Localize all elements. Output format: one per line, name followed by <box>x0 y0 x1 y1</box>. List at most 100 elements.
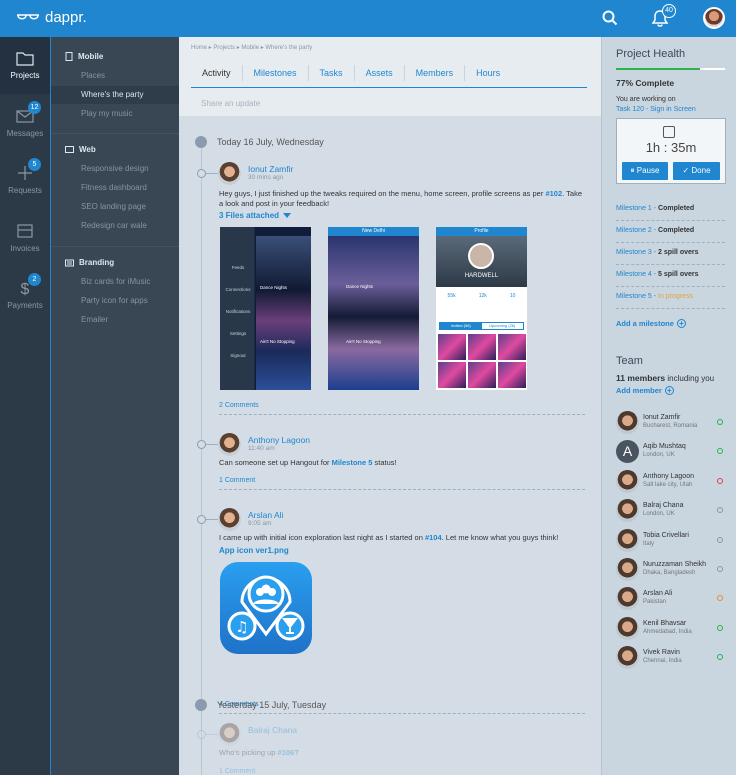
subnav-item-places[interactable]: Places <box>51 67 179 85</box>
payments-badge: 2 <box>28 273 41 286</box>
task-link[interactable]: Task 120 - Sign in Screen <box>616 105 696 115</box>
comments-link[interactable]: 1 Comment <box>219 477 255 484</box>
subnav-item-biz-cards[interactable]: Biz cards for iMusic <box>51 273 179 291</box>
team-member[interactable]: A Aqib Mushtaq London, UK <box>616 438 725 467</box>
team-member[interactable]: Tobia Crivellari Italy <box>616 527 725 556</box>
member-name: Arslan Ali <box>643 590 673 598</box>
author-name[interactable]: Ionut Zamfir <box>248 164 293 174</box>
subnav-item-emailer[interactable]: Emailer <box>51 311 179 329</box>
avatar <box>616 499 639 523</box>
team-member[interactable]: Ionut Zamfir Bucharest, Romania <box>616 409 725 438</box>
task-link[interactable]: #102 <box>545 189 562 198</box>
add-member-link[interactable]: Add member + <box>616 386 674 395</box>
milestone-row[interactable]: Milestone 5 - In progress <box>616 287 725 309</box>
milestone-row[interactable]: Milestone 1 - Completed <box>616 199 725 221</box>
avatar[interactable] <box>218 162 241 185</box>
task-link[interactable]: #106 <box>278 748 295 757</box>
subnav-item-party-icon[interactable]: Party icon for apps <box>51 292 179 310</box>
group-web[interactable]: Web <box>65 145 96 154</box>
tab-members[interactable]: Members <box>405 65 466 81</box>
stat-value: 12k <box>478 293 487 299</box>
attachments-toggle[interactable]: 3 Files attached <box>219 211 292 220</box>
nav-invoices[interactable]: Invoices <box>0 210 50 267</box>
user-avatar[interactable] <box>703 7 725 29</box>
status-indicator <box>717 477 723 484</box>
pause-button[interactable]: ⏸ Pause <box>622 162 668 180</box>
invoice-icon <box>17 224 33 238</box>
nav-messages[interactable]: 12 Messages <box>0 95 50 152</box>
svg-text:$: $ <box>21 281 30 296</box>
nav-requests[interactable]: 5 Requests <box>0 152 50 209</box>
group-branding[interactable]: Branding <box>65 258 114 267</box>
author-name[interactable]: Anthony Lagoon <box>248 435 310 445</box>
nav-label: Projects <box>10 71 40 80</box>
milestone-link[interactable]: Milestone 5 <box>332 458 373 467</box>
search-icon[interactable] <box>602 10 618 26</box>
tab-hours[interactable]: Hours <box>465 65 511 81</box>
team-member[interactable]: Arslan Ali Pakistan <box>616 585 725 614</box>
photo-grid <box>438 334 526 388</box>
comments-link[interactable]: 1 Comment <box>219 768 255 775</box>
timeline-dot <box>197 169 206 178</box>
working-label: You are working on <box>616 96 676 103</box>
nav-payments[interactable]: 2 $ Payments <box>0 267 50 324</box>
breadcrumb[interactable]: Home ▸ Projects ▸ Mobile ▸ Where's the p… <box>191 44 312 51</box>
timer-value: 1h : 35m <box>645 140 697 155</box>
screenshot-menu[interactable]: Feeds Connections Notifications Settings… <box>220 227 311 390</box>
event-title: Ain't No Stopping <box>346 339 381 344</box>
subnav-item-redesign-car-wale[interactable]: Redesign car wale <box>51 217 179 235</box>
subnav-item-fitness-dashboard[interactable]: Fitness dashboard <box>51 179 179 197</box>
tab-label: Invited (56) <box>440 323 482 329</box>
group-mobile[interactable]: Mobile <box>65 52 103 61</box>
activity-feed: Home ▸ Projects ▸ Mobile ▸ Where's the p… <box>179 37 601 775</box>
task-link[interactable]: #104 <box>425 533 442 542</box>
timeline-dot <box>197 440 206 449</box>
milestone-row[interactable]: Milestone 4 - 5 spill overs <box>616 265 725 287</box>
author-name[interactable]: Balraj Chana <box>248 725 297 735</box>
milestone-name: Milestone 4 <box>616 271 652 278</box>
milestone-row[interactable]: Milestone 3 - 2 spill overs <box>616 243 725 265</box>
members-count: 11 members including you <box>616 373 714 383</box>
tab-milestones[interactable]: Milestones <box>243 65 309 81</box>
done-button[interactable]: ✓ Done <box>673 162 720 180</box>
post-balraj: Balraj Chana Who's picking up #106? 1 Co… <box>197 723 585 775</box>
tab-assets[interactable]: Assets <box>355 65 405 81</box>
milestone-name: Milestone 1 <box>616 205 652 212</box>
tab-activity[interactable]: Activity <box>191 65 243 81</box>
link-label: Add a milestone <box>616 319 674 328</box>
team-member[interactable]: Kenil Bhavsar Ahmedabad, India <box>616 615 725 644</box>
attachment-link[interactable]: App icon ver1.png <box>219 546 289 555</box>
team-member[interactable]: Balraj Chana London, UK <box>616 497 725 526</box>
post-time: 11:40 am <box>248 445 275 452</box>
status-indicator <box>717 448 723 455</box>
app-logo[interactable]: dappr. <box>16 9 87 26</box>
status-indicator <box>717 536 723 543</box>
avatar[interactable] <box>218 508 241 531</box>
milestone-status: 5 spill overs <box>658 271 699 278</box>
avatar[interactable] <box>218 433 241 456</box>
subnav-item-seo-landing-page[interactable]: SEO landing page <box>51 198 179 216</box>
post-text: Hey guys, I just finished up the tweaks … <box>219 189 584 209</box>
author-name[interactable]: Arslan Ali <box>248 510 283 520</box>
screenshot-profile[interactable]: Profile HARDWELL 55k 12k 10 Invited (56)… <box>436 227 527 390</box>
add-milestone-link[interactable]: Add a milestone + <box>616 319 686 328</box>
subnav-item-play-my-music[interactable]: Play my music <box>51 105 179 123</box>
post-time: 30 mins ago <box>248 174 284 181</box>
share-update-input[interactable]: Share an update <box>201 99 260 108</box>
button-label: Done <box>691 166 711 175</box>
screenshot-home[interactable]: New Delhi Dance Nights Ain't No Stopping <box>328 227 419 390</box>
app-icon-image[interactable]: ♫ <box>220 562 312 654</box>
mobile-icon <box>65 52 73 61</box>
subnav-item-wheres-the-party[interactable]: Where's the party <box>51 86 179 104</box>
milestone-row[interactable]: Milestone 2 - Completed <box>616 221 725 243</box>
team-member[interactable]: Anthony Lagoon Salt lake city, Utah <box>616 468 725 497</box>
comments-link[interactable]: 2 Comments <box>219 402 259 409</box>
subnav-item-responsive-design[interactable]: Responsive design <box>51 160 179 178</box>
nav-projects[interactable]: Projects <box>0 37 50 94</box>
profile-tabs: Invited (56) Upcoming (26) <box>439 322 524 330</box>
avatar[interactable] <box>218 723 241 746</box>
text-part: I came up with initial icon exploration … <box>219 533 425 542</box>
team-member[interactable]: Nuruzzaman Sheikh Dhaka, Bangladesh <box>616 556 725 585</box>
tab-tasks[interactable]: Tasks <box>309 65 355 81</box>
team-member[interactable]: Vivek Ravin Chennai, India <box>616 644 725 673</box>
